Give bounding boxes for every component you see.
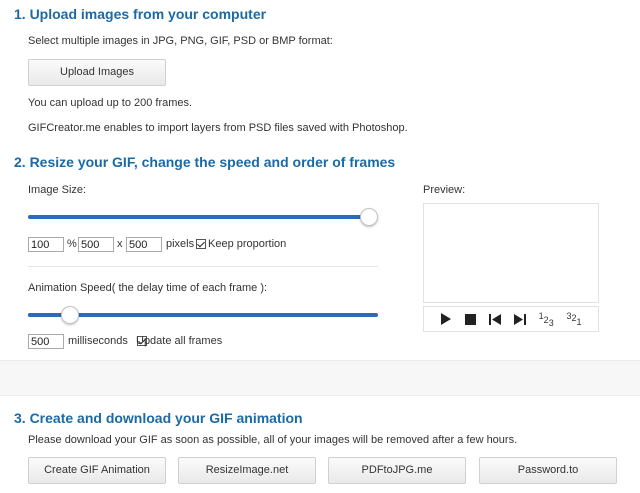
create-gif-button[interactable]: Create GIF Animation [28, 457, 166, 484]
image-size-slider-thumb[interactable] [360, 208, 378, 226]
preview-controls: 123 321 [423, 306, 599, 332]
section1-heading: 1. Upload images from your computer [14, 6, 267, 22]
image-size-slider[interactable] [28, 207, 378, 227]
upload-images-button[interactable]: Upload Images [28, 59, 166, 86]
keep-proportion-label: Keep proportion [208, 238, 287, 250]
times-sign: x [117, 238, 123, 250]
preview-canvas [423, 203, 599, 303]
order-descending-icon[interactable]: 321 [567, 311, 582, 327]
width-input[interactable] [78, 237, 114, 252]
update-all-label: Update all frames [136, 335, 223, 347]
section2-heading: 2. Resize your GIF, change the speed and… [14, 154, 396, 170]
speed-slider-thumb[interactable] [61, 306, 79, 324]
image-size-slider-fill [28, 215, 369, 219]
speed-slider[interactable] [28, 305, 378, 325]
speed-label: Animation Speed( the delay time of each … [28, 282, 268, 294]
preview-label: Preview: [423, 184, 466, 196]
section3-heading: 3. Create and download your GIF animatio… [14, 410, 303, 426]
play-icon[interactable] [440, 313, 452, 325]
order-ascending-icon[interactable]: 123 [539, 311, 554, 328]
download-notice-text: Please download your GIF as soon as poss… [28, 434, 518, 446]
upload-limit-text: You can upload up to 200 frames. [28, 97, 193, 109]
keep-proportion-checkbox[interactable] [196, 239, 206, 249]
last-frame-icon[interactable] [513, 313, 526, 325]
image-size-label: Image Size: [28, 184, 87, 196]
password-link-button[interactable]: Password.to [479, 457, 617, 484]
pixels-label: pixels [166, 238, 195, 250]
divider [28, 266, 378, 267]
percent-input[interactable] [28, 237, 64, 252]
stop-icon[interactable] [465, 313, 477, 325]
height-input[interactable] [126, 237, 162, 252]
speed-input[interactable] [28, 334, 64, 349]
pdftojpg-link-button[interactable]: PDFtoJPG.me [328, 457, 466, 484]
first-frame-icon[interactable] [489, 313, 502, 325]
formats-text: Select multiple images in JPG, PNG, GIF,… [28, 35, 333, 47]
section-separator [0, 360, 640, 396]
resizeimage-link-button[interactable]: ResizeImage.net [178, 457, 316, 484]
percent-sign: % [67, 238, 77, 250]
psd-import-text: GIFCreator.me enables to import layers f… [28, 122, 408, 134]
milliseconds-label: milliseconds [68, 335, 128, 347]
speed-slider-track [28, 313, 378, 317]
